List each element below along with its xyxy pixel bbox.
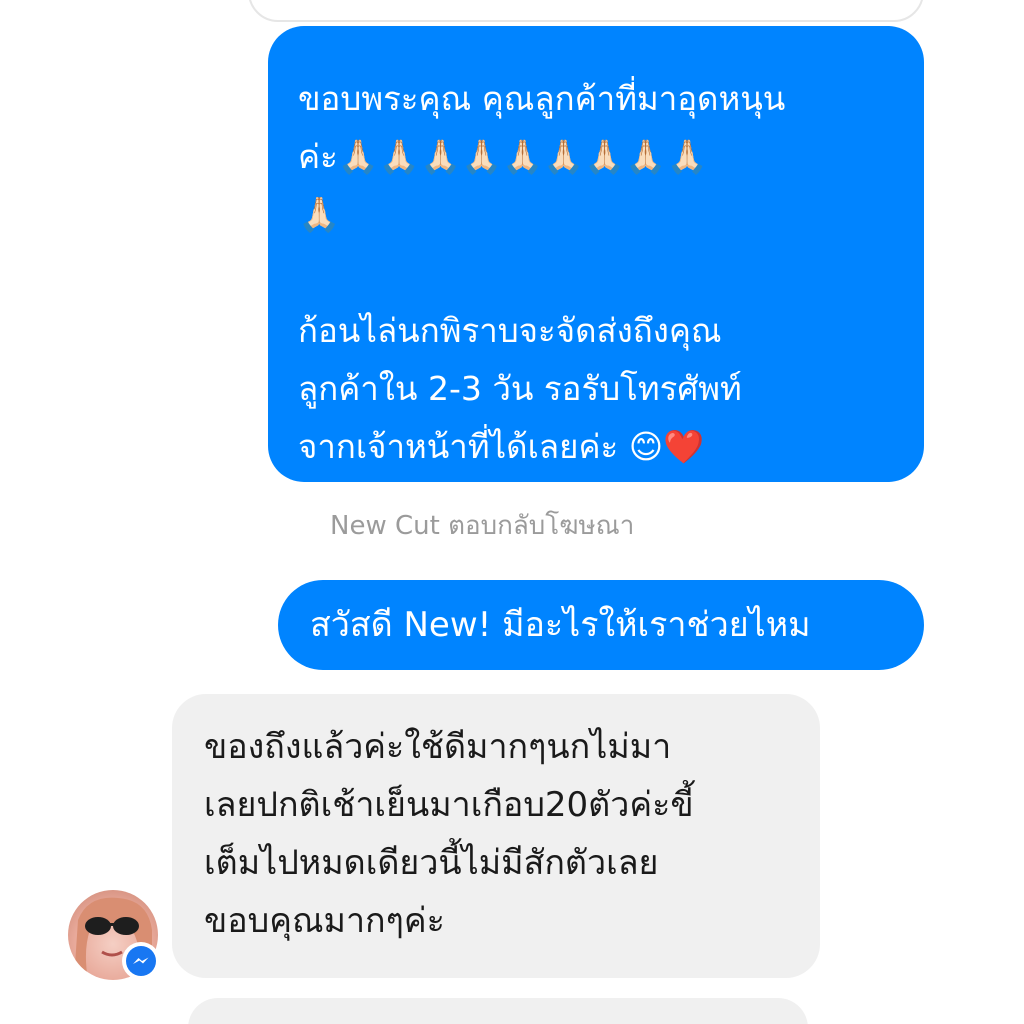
greeting-message-bubble[interactable]: สวัสดี New! มีอะไรให้เราช่วยไหม [278,580,924,670]
prayer-emoji-row: 🙏🏻🙏🏻🙏🏻🙏🏻🙏🏻🙏🏻🙏🏻🙏🏻🙏🏻 [337,137,708,176]
prayer-emoji: 🙏🏻 [298,195,341,235]
chat-thread: ขอบพระคุณ คุณลูกค้าที่มาอุดหนุน ค่ะ🙏🏻🙏🏻🙏… [0,0,1024,1024]
outgoing-message-bubble[interactable]: ขอบพระคุณ คุณลูกค้าที่มาอุดหนุน ค่ะ🙏🏻🙏🏻🙏… [268,26,924,482]
message-line: เต็มไปหมดเดียวนี้ไม่มีสักตัวเลย [204,843,659,883]
message-line: ของถึงแล้วค่ะใช้ดีมากๆนกไม่มา [204,727,672,767]
message-line: ค่ะ🙏🏻🙏🏻🙏🏻🙏🏻🙏🏻🙏🏻🙏🏻🙏🏻🙏🏻 [298,128,900,186]
previous-message-bubble[interactable] [248,0,924,22]
message-line: จากเจ้าหน้าที่ได้เลยค่ะ 😊❤️ [298,427,705,466]
incoming-message-bubble[interactable]: ของถึงแล้วค่ะใช้ดีมากๆนกไม่มา เลยปกติเช้… [172,694,820,978]
message-line: เลยปกติเช้าเย็นมาเกือบ20ตัวค่ะขี้ [204,785,694,825]
message-line: ก้อนไล่นกพิราบจะจัดส่งถึงคุณ [298,311,722,350]
messenger-icon [122,942,160,980]
message-text: ค่ะ [298,137,338,176]
message-line: ขอบพระคุณ คุณลูกค้าที่มาอุดหนุน [298,79,786,118]
ad-reply-caption: New Cut ตอบกลับโฆษณา [330,511,635,541]
message-line: ลูกค้าใน 2-3 วัน รอรับโทรศัพท์ [298,369,742,408]
next-message-bubble[interactable] [188,998,808,1024]
message-line: ขอบคุณมากๆค่ะ [204,901,445,941]
